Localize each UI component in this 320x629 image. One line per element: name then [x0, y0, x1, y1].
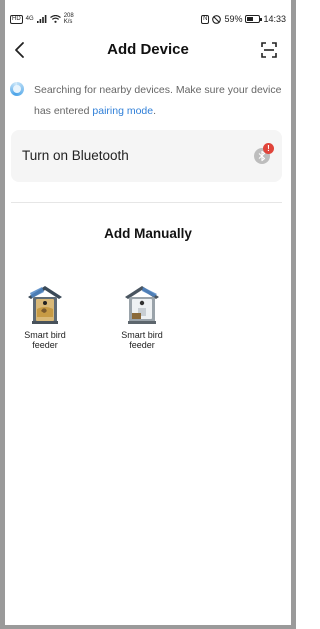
device-item-smart-bird-feeder-2[interactable]: Smart bird feeder [113, 283, 171, 350]
status-right: N 59% 14:33 [201, 14, 286, 24]
header: Add Device [5, 36, 291, 66]
pairing-mode-link[interactable]: pairing mode [92, 105, 153, 117]
nfc-icon: N [201, 14, 210, 24]
scan-icon [261, 42, 277, 58]
battery-icon [245, 15, 263, 23]
signal-icon [36, 15, 47, 23]
hd-indicator: HD [10, 14, 23, 24]
battery-percent: 59% [224, 14, 243, 24]
search-status: Searching for nearby devices. Make sure … [10, 80, 282, 122]
spinner-core [13, 85, 21, 93]
mute-icon [212, 14, 222, 24]
device-item-smart-bird-feeder-1[interactable]: Smart bird feeder [16, 283, 74, 350]
section-divider [11, 202, 282, 203]
scan-button[interactable] [259, 40, 279, 60]
network-speed: 208 K/s [64, 13, 74, 25]
turn-on-bluetooth-card[interactable]: Turn on Bluetooth ! [11, 130, 282, 182]
device-label: Smart bird feeder [121, 330, 163, 350]
clock: 14:33 [263, 14, 286, 24]
search-message-suffix: . [153, 105, 157, 117]
bird-feeder-icon [125, 286, 159, 324]
speed-unit: K/s [63, 19, 73, 25]
device-label: Smart bird feeder [24, 330, 66, 350]
bird-feeder-icon [28, 286, 62, 324]
network-type: 4G [25, 16, 34, 22]
add-manually-title: Add Manually [104, 226, 192, 241]
status-bar: HD 4G 208 K/s N 59% 14:33 [10, 8, 286, 30]
search-message: Searching for nearby devices. Make sure … [34, 80, 282, 122]
search-message-text: Searching for nearby devices. Make sure … [34, 84, 282, 117]
page-title: Add Device [107, 41, 189, 58]
status-left: HD 4G 208 K/s [10, 13, 74, 25]
wifi-icon [49, 15, 61, 23]
battery-fill [247, 17, 254, 21]
bluetooth-label: Turn on Bluetooth [22, 148, 129, 163]
loading-spinner-icon [10, 82, 24, 96]
bluetooth-warning-badge: ! [263, 143, 274, 154]
